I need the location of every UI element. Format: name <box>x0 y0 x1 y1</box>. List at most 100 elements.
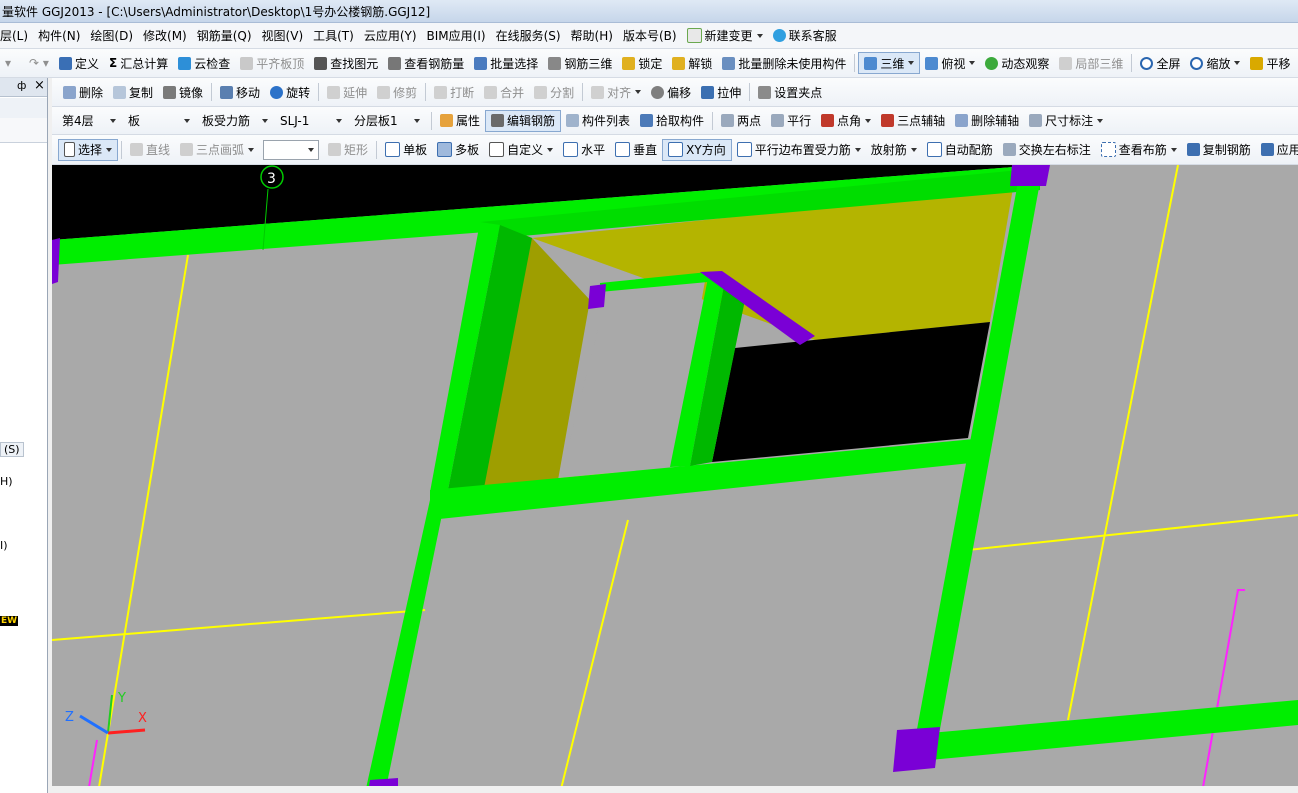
xy-direction-button[interactable]: XY方向 <box>662 138 732 161</box>
menu-modify[interactable]: 修改(M) <box>138 26 192 46</box>
three-point-icon <box>881 114 895 127</box>
menu-floor[interactable]: 层(L) <box>0 26 33 46</box>
main-toolbar: ▾ ↷ ▾ 定义 Σ 汇总计算 云检查 平齐板顶 查找图元 查看钢筋量 批量选择 … <box>0 49 1298 78</box>
parallel-edge-icon <box>736 142 752 157</box>
menu-view[interactable]: 视图(V) <box>257 26 309 46</box>
properties-icon <box>440 114 453 127</box>
swap-labels-button[interactable]: 交换左右标注 <box>998 140 1096 160</box>
align-slab-top-button[interactable]: 平齐板顶 <box>235 53 309 73</box>
merge-button[interactable]: 合并 <box>479 82 529 102</box>
point-angle-button[interactable]: 点角 <box>816 111 876 131</box>
select-label: 选择 <box>78 143 103 157</box>
two-point-axis-button[interactable]: 两点 <box>716 111 766 131</box>
undo-button[interactable]: ▾ <box>0 53 24 73</box>
menu-bim[interactable]: BIM应用(I) <box>422 26 491 46</box>
view-3d-button[interactable]: 三维 <box>858 52 921 74</box>
move-button[interactable]: 移动 <box>215 82 265 102</box>
auto-rebar-button[interactable]: 自动配筋 <box>922 140 998 160</box>
three-point-arc-button[interactable]: 三点画弧 <box>175 140 259 160</box>
menu-online[interactable]: 在线服务(S) <box>491 26 566 46</box>
batch-select-button[interactable]: 批量选择 <box>469 53 543 73</box>
redo-button[interactable]: ↷ ▾ <box>24 53 54 73</box>
cube-icon <box>864 56 878 70</box>
single-slab-button[interactable]: 单板 <box>380 140 432 160</box>
multi-slab-button[interactable]: 多板 <box>432 140 484 160</box>
menu-help[interactable]: 帮助(H) <box>566 26 618 46</box>
stretch-button[interactable]: 拉伸 <box>696 82 746 102</box>
vertical-button[interactable]: 垂直 <box>610 140 662 160</box>
extend-button[interactable]: 延伸 <box>322 82 372 102</box>
pin-icon[interactable]: ф <box>17 79 26 92</box>
rotate-button[interactable]: 旋转 <box>265 82 315 102</box>
split-button[interactable]: 分割 <box>529 82 579 102</box>
contact-service-button[interactable]: 联系客服 <box>768 26 842 46</box>
edit-rebar-button[interactable]: 编辑钢筋 <box>485 109 562 132</box>
local-3d-button[interactable]: 局部三维 <box>1054 53 1128 73</box>
menu-draw[interactable]: 绘图(D) <box>85 26 138 46</box>
fullscreen-button[interactable]: 全屏 <box>1135 53 1185 73</box>
set-grip-button[interactable]: 设置夹点 <box>753 82 827 102</box>
draw-mode-combo[interactable] <box>263 139 320 160</box>
menu-cloud[interactable]: 云应用(Y) <box>359 26 422 46</box>
parallel-edge-rebar-button[interactable]: 平行边布置受力筋 <box>732 140 866 160</box>
dimension-button[interactable]: 尺寸标注 <box>1024 111 1108 131</box>
offset-button[interactable]: 偏移 <box>646 82 696 102</box>
copy-button[interactable]: 复制 <box>108 82 158 102</box>
unlock-button[interactable]: 解锁 <box>667 53 717 73</box>
dynamic-orbit-button[interactable]: 动态观察 <box>980 53 1054 73</box>
panel-fragment-s[interactable]: (S) <box>0 442 24 457</box>
parallel-axis-button[interactable]: 平行 <box>766 111 816 131</box>
close-icon[interactable]: × <box>34 78 45 93</box>
horizontal-button[interactable]: 水平 <box>558 140 610 160</box>
layer-select[interactable]: 分层板1 <box>350 112 424 130</box>
menu-component[interactable]: 构件(N) <box>33 26 85 46</box>
trim-button[interactable]: 修剪 <box>372 82 422 102</box>
component-name-select[interactable]: SLJ-1 <box>276 112 346 130</box>
rectangle-button[interactable]: 矩形 <box>323 140 373 160</box>
component-toolbar: 第4层 板 板受力筋 SLJ-1 分层板1 属性 编辑钢筋 构件列表 拾取构件 … <box>52 107 1298 135</box>
batch-delete-unused-button[interactable]: 批量删除未使用构件 <box>717 53 851 73</box>
mirror-label: 镜像 <box>179 85 204 100</box>
component-type-select[interactable]: 板 <box>124 112 194 130</box>
zoom-button[interactable]: 缩放 <box>1185 53 1245 73</box>
component-subtype-select[interactable]: 板受力筋 <box>198 112 272 130</box>
align-slab-top-label: 平齐板顶 <box>256 56 305 71</box>
mirror-button[interactable]: 镜像 <box>158 82 208 102</box>
unlock-label: 解锁 <box>688 56 713 71</box>
pan-button[interactable]: 平移 <box>1245 53 1295 73</box>
line-button[interactable]: 直线 <box>125 140 175 160</box>
properties-button[interactable]: 属性 <box>435 111 485 131</box>
separator <box>425 83 427 101</box>
rectangle-label: 矩形 <box>344 143 369 157</box>
top-view-button[interactable]: 俯视 <box>920 53 980 73</box>
copy-rebar-button[interactable]: 复制钢筋 <box>1182 140 1256 160</box>
cloud-check-button[interactable]: 云检查 <box>173 53 235 73</box>
find-element-button[interactable]: 查找图元 <box>309 53 383 73</box>
delete-button[interactable]: 删除 <box>58 82 108 102</box>
align-button[interactable]: 对齐 <box>586 82 646 102</box>
delete-axis-button[interactable]: 删除辅轴 <box>950 111 1024 131</box>
menu-version[interactable]: 版本号(B) <box>618 26 682 46</box>
rebar-3d-button[interactable]: 钢筋三维 <box>543 53 617 73</box>
new-change-button[interactable]: 新建变更 <box>682 26 768 46</box>
summary-calc-button[interactable]: Σ 汇总计算 <box>104 53 173 73</box>
view-layout-button[interactable]: 查看布筋 <box>1096 140 1182 160</box>
multi-slab-label: 多板 <box>455 143 480 157</box>
break-button[interactable]: 打断 <box>429 82 479 102</box>
delete-label: 删除 <box>79 85 104 100</box>
3d-model-view[interactable]: 3 Y X Z <box>52 165 1298 793</box>
view-rebar-qty-button[interactable]: 查看钢筋量 <box>383 53 469 73</box>
lock-button[interactable]: 锁定 <box>617 53 667 73</box>
define-button[interactable]: 定义 <box>54 53 104 73</box>
select-button[interactable]: 选择 <box>58 138 119 161</box>
3d-viewport[interactable]: 3 Y X Z <box>52 165 1298 793</box>
three-point-axis-button[interactable]: 三点辅轴 <box>876 111 950 131</box>
custom-button[interactable]: 自定义 <box>484 140 558 160</box>
floor-select[interactable]: 第4层 <box>58 112 120 130</box>
apply-button[interactable]: 应用 <box>1256 140 1298 160</box>
menu-tools[interactable]: 工具(T) <box>308 26 359 46</box>
menu-rebar[interactable]: 钢筋量(Q) <box>192 26 257 46</box>
component-list-button[interactable]: 构件列表 <box>561 111 635 131</box>
pick-component-button[interactable]: 拾取构件 <box>635 111 709 131</box>
radial-rebar-button[interactable]: 放射筋 <box>866 140 922 160</box>
